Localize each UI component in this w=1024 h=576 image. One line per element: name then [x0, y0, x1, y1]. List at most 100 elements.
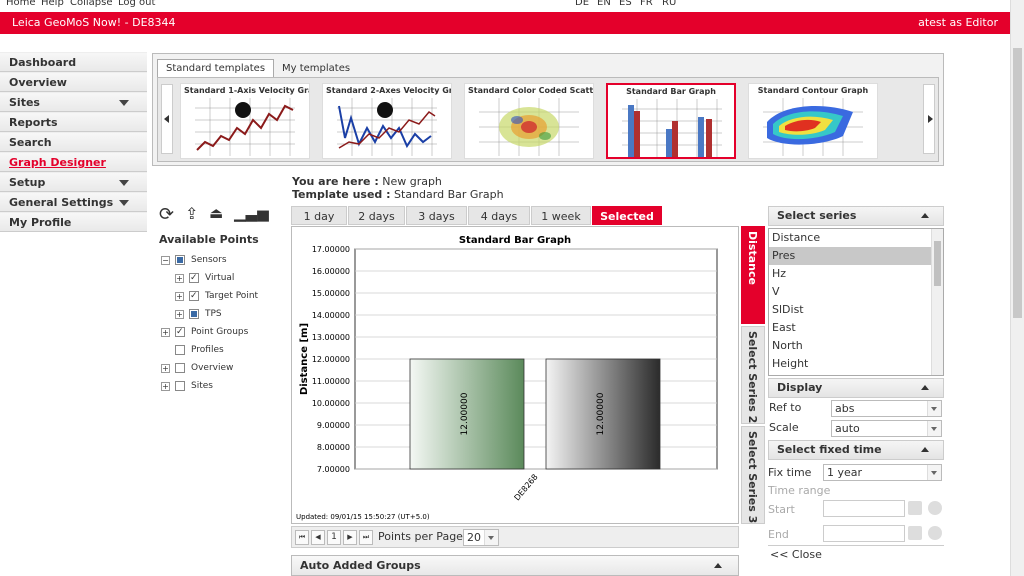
first-page-button[interactable]: ⏮ — [295, 530, 309, 545]
prev-page-button[interactable]: ◀ — [311, 530, 325, 545]
tab-3-days[interactable]: 3 days — [406, 206, 467, 225]
scroll-right-button[interactable] — [923, 84, 935, 154]
series-item-east[interactable]: East — [769, 319, 931, 337]
sidebar-item-reports[interactable]: Reports — [0, 112, 147, 132]
auto-added-groups-header[interactable]: Auto Added Groups — [291, 555, 739, 576]
tree-row-virtual[interactable]: + Virtual — [161, 269, 291, 287]
tab-1-week[interactable]: 1 week — [531, 206, 591, 225]
vtab-select-series-3[interactable]: Select Series 3 — [741, 426, 765, 524]
page-number[interactable]: 1 — [327, 530, 341, 545]
ref-to-select[interactable]: abs — [831, 400, 942, 417]
series-item-pres[interactable]: Pres — [769, 247, 931, 265]
sidebar-item-graph-designer[interactable]: Graph Designer — [0, 152, 147, 172]
next-page-button[interactable]: ▶ — [343, 530, 357, 545]
fixed-time-title: Select fixed time — [777, 443, 882, 456]
scroll-left-button[interactable] — [161, 84, 173, 154]
tree-row-profiles[interactable]: Profiles — [161, 341, 291, 359]
tab-my-templates[interactable]: My templates — [273, 59, 359, 78]
fix-time-select[interactable]: 1 year — [823, 464, 942, 481]
tree-checkbox[interactable] — [175, 345, 185, 355]
tab-standard-templates[interactable]: Standard templates — [157, 59, 275, 78]
series-item-v[interactable]: V — [769, 283, 931, 301]
display-header[interactable]: Display — [768, 378, 944, 398]
expand-node-icon[interactable]: + — [175, 274, 184, 283]
nav-logout-link[interactable]: Log out — [118, 0, 155, 8]
close-link[interactable]: << Close — [770, 548, 822, 561]
tree-row-overview[interactable]: + Overview — [161, 359, 291, 377]
series-item-height[interactable]: Height — [769, 355, 931, 373]
series-item-hz[interactable]: Hz — [769, 265, 931, 283]
tree-checkbox[interactable] — [189, 309, 199, 319]
template-title: Standard 1-Axis Velocity Gra... — [184, 86, 309, 95]
end-date-input[interactable] — [823, 525, 905, 542]
sidebar-item-search[interactable]: Search — [0, 132, 147, 152]
tab-2-days[interactable]: 2 days — [348, 206, 405, 225]
start-date-input[interactable] — [823, 500, 905, 517]
clock-icon[interactable] — [928, 501, 942, 515]
tray-icon[interactable]: ⏏ — [209, 204, 223, 222]
tree-row-tps[interactable]: + TPS — [161, 305, 291, 323]
tree-row-sites[interactable]: + Sites — [161, 377, 291, 395]
tree-row-point-groups[interactable]: + Point Groups — [161, 323, 291, 341]
tree-checkbox[interactable] — [189, 287, 199, 305]
upload-icon[interactable]: ⇪ — [185, 204, 198, 223]
tree-checkbox[interactable] — [175, 381, 185, 391]
expand-node-icon[interactable]: + — [175, 292, 184, 301]
series-list-scroll-thumb[interactable] — [934, 241, 941, 286]
nav-collapse-link[interactable]: Collapse — [70, 0, 113, 8]
nav-home-link[interactable]: Home — [6, 0, 36, 8]
lang-de-link[interactable]: DE — [575, 0, 589, 8]
sidebar-item-overview[interactable]: Overview — [0, 72, 147, 92]
tree-checkbox[interactable] — [175, 363, 185, 373]
sidebar-item-my-profile[interactable]: My Profile — [0, 212, 147, 232]
sidebar-item-setup[interactable]: Setup — [0, 172, 147, 192]
vtab-distance[interactable]: Distance — [741, 226, 765, 324]
collapse-up-icon — [921, 385, 929, 390]
series-item-sldist[interactable]: SlDist — [769, 301, 931, 319]
page-scrollbar-thumb[interactable] — [1013, 48, 1022, 318]
bar-chart-icon[interactable]: ▁▃▅ — [234, 204, 269, 222]
page-scrollbar[interactable] — [1010, 0, 1024, 576]
select-series-header[interactable]: Select series — [768, 206, 944, 226]
series-list-scrollbar[interactable] — [931, 229, 943, 375]
y-tick-label: 7.00000 — [317, 465, 350, 474]
collapse-node-icon[interactable]: − — [161, 256, 170, 265]
expand-node-icon[interactable]: + — [175, 310, 184, 319]
template-card-color-scatter[interactable]: Standard Color Coded Scatt... — [464, 83, 594, 159]
clock-icon[interactable] — [928, 526, 942, 540]
tree-row-target-point[interactable]: + Target Point — [161, 287, 291, 305]
expand-node-icon[interactable]: + — [161, 328, 170, 337]
calendar-icon[interactable] — [908, 526, 922, 540]
tree-row-sensors[interactable]: − Sensors — [161, 251, 291, 269]
expand-node-icon[interactable]: + — [161, 364, 170, 373]
last-page-button[interactable]: ⏭ — [359, 530, 373, 545]
sidebar-item-sites[interactable]: Sites — [0, 92, 147, 112]
lang-ru-link[interactable]: RU — [662, 0, 676, 8]
tab-1-day[interactable]: 1 day — [291, 206, 347, 225]
template-card-contour-graph[interactable]: Standard Contour Graph — [748, 83, 878, 159]
tab-selected[interactable]: Selected — [592, 206, 662, 225]
template-card-1axis-velocity[interactable]: Standard 1-Axis Velocity Gra... — [180, 83, 310, 159]
refresh-icon[interactable]: ⟳ — [159, 204, 174, 225]
expand-node-icon[interactable]: + — [161, 382, 170, 391]
sidebar-item-dashboard[interactable]: Dashboard — [0, 52, 147, 72]
tree-checkbox[interactable] — [175, 323, 185, 341]
calendar-icon[interactable] — [908, 501, 922, 515]
tab-4-days[interactable]: 4 days — [468, 206, 530, 225]
lang-fr-link[interactable]: FR — [640, 0, 653, 8]
template-card-bar-graph[interactable]: Standard Bar Graph — [606, 83, 736, 159]
series-item-north[interactable]: North — [769, 337, 931, 355]
select-fixed-time-header[interactable]: Select fixed time — [768, 440, 944, 460]
per-page-select[interactable]: 20 — [463, 529, 499, 546]
lang-en-link[interactable]: EN — [597, 0, 611, 8]
tree-checkbox[interactable] — [189, 269, 199, 287]
nav-help-link[interactable]: Help — [41, 0, 64, 8]
tree-checkbox[interactable] — [175, 255, 185, 265]
scale-select[interactable]: auto — [831, 420, 942, 437]
series-item-distance[interactable]: Distance — [769, 229, 931, 247]
lang-es-link[interactable]: ES — [619, 0, 632, 8]
vtab-select-series-2[interactable]: Select Series 2 — [741, 326, 765, 424]
template-card-2axes-velocity[interactable]: Standard 2-Axes Velocity Gr... — [322, 83, 452, 159]
scatter-thumbnail — [479, 98, 579, 156]
sidebar-item-general-settings[interactable]: General Settings — [0, 192, 147, 212]
